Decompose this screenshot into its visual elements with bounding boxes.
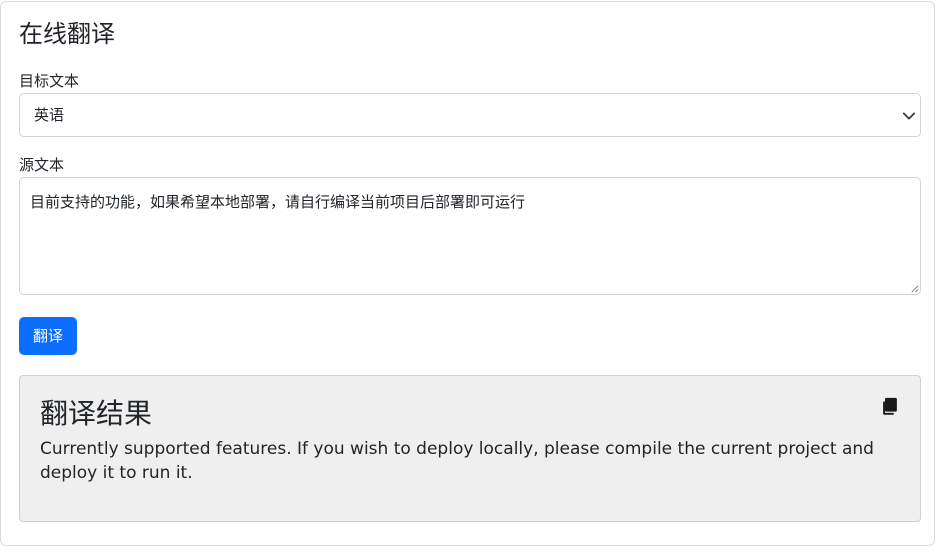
result-title: 翻译结果 — [40, 397, 153, 430]
target-language-select[interactable]: 英语 — [19, 93, 921, 137]
translation-card: 在线翻译 目标文本 英语 源文本 目前支持的功能，如果希望本地部署，请自行编译当… — [0, 1, 935, 546]
copy-icon[interactable] — [880, 396, 900, 416]
result-text: Currently supported features. If you wis… — [40, 439, 874, 483]
chevron-down-icon — [902, 112, 916, 120]
translate-button[interactable]: 翻译 — [19, 317, 77, 355]
source-text-label: 源文本 — [19, 156, 65, 174]
page-title: 在线翻译 — [19, 20, 115, 48]
resize-grip-icon[interactable] — [910, 284, 919, 293]
target-language-selected-value: 英语 — [34, 106, 65, 124]
target-language-label: 目标文本 — [19, 72, 80, 90]
result-panel: 翻译结果 Currently supported features. If yo… — [19, 375, 921, 522]
source-text-input[interactable]: 目前支持的功能，如果希望本地部署，请自行编译当前项目后部署即可运行 — [19, 177, 921, 295]
